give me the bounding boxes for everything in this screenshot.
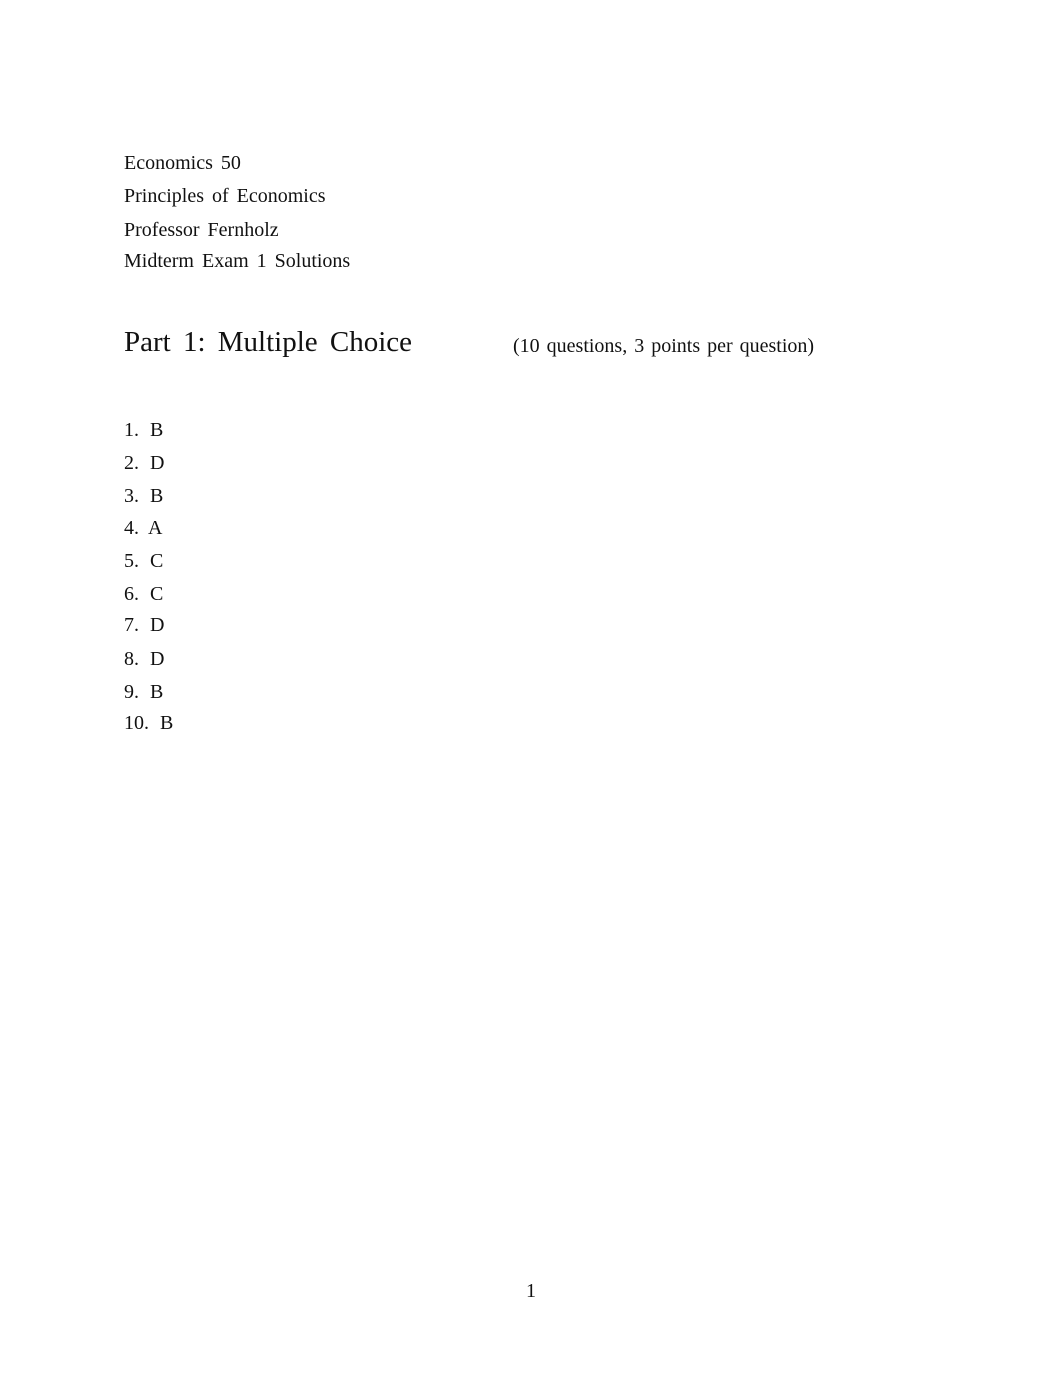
answer-letter: B (160, 712, 174, 734)
document-title: Midterm Exam 1 Solutions (124, 250, 351, 272)
answer-letter: C (150, 583, 164, 605)
section-title: Part 1: Multiple Choice (124, 326, 413, 358)
question-number: 3. (124, 485, 139, 507)
answer-item: 6. C (124, 582, 163, 606)
answer-item: 5. C (124, 549, 163, 573)
answer-letter: B (150, 681, 164, 703)
section-scoring-note: (10 questions, 3 points per question) (513, 335, 815, 357)
answer-letter: D (150, 452, 165, 474)
question-number: 10. (124, 712, 149, 734)
question-number: 2. (124, 452, 139, 474)
answer-letter: C (150, 550, 164, 572)
question-number: 9. (124, 681, 139, 703)
professor-name: Professor Fernholz (124, 219, 279, 241)
question-number: 5. (124, 550, 139, 572)
question-number: 4. (124, 517, 139, 539)
question-number: 1. (124, 419, 139, 441)
answer-item: 2. D (124, 451, 164, 475)
answer-item: 1. B (124, 418, 163, 442)
course-number: Economics 50 (124, 152, 241, 174)
answer-letter: D (150, 614, 165, 636)
document-page: Economics 50 Principles of Economics Pro… (0, 0, 1062, 1377)
answer-letter: B (150, 485, 164, 507)
question-number: 8. (124, 648, 139, 670)
answer-letter: A (148, 517, 163, 539)
answer-item: 4. A (124, 516, 162, 540)
course-title: Principles of Economics (124, 185, 326, 207)
question-number: 7. (124, 614, 139, 636)
page-number: 1 (526, 1280, 536, 1302)
answer-item: 3. B (124, 484, 163, 508)
answer-letter: B (150, 419, 164, 441)
answer-item: 9. B (124, 680, 163, 704)
answer-item: 7. D (124, 613, 164, 637)
question-number: 6. (124, 583, 139, 605)
answer-item: 10. B (124, 711, 173, 735)
answer-item: 8. D (124, 647, 164, 671)
answer-letter: D (150, 648, 165, 670)
